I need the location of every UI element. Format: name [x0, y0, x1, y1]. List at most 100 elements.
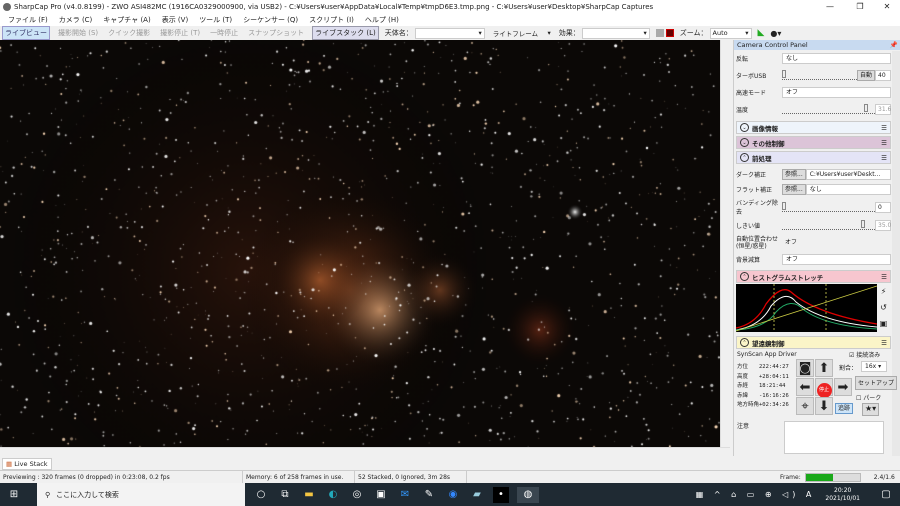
menu-help[interactable]: ヘルプ (H)	[365, 15, 399, 25]
app-icon-feather[interactable]: ✎	[421, 487, 437, 503]
connected-checkbox[interactable]: ☑ 接続済み	[849, 350, 880, 359]
snapshot-button[interactable]: スナップショット	[246, 27, 306, 39]
dark-browse-button[interactable]: 参照...	[782, 168, 806, 180]
app-icon-blue[interactable]: ▰	[469, 487, 485, 503]
zoom-combo[interactable]: Auto ▾	[709, 27, 752, 39]
status-ratio: 2.4/1.6	[873, 473, 895, 481]
menu-scripting[interactable]: スクリプト (I)	[309, 15, 354, 25]
flip-label: 反転	[736, 55, 749, 63]
zoom-app-icon[interactable]: ◉	[445, 487, 461, 503]
bg-subtract-select[interactable]: オフ	[782, 253, 891, 265]
task-view-icon[interactable]: ⧉	[277, 487, 293, 503]
move-west-button[interactable]: ⬅	[796, 378, 814, 396]
turbo-usb-slider[interactable]	[782, 70, 857, 80]
bg-subtract-label: 背景減算	[736, 256, 761, 264]
effect-combo[interactable]: ▾	[581, 27, 650, 39]
tracking-button[interactable]: 追跡	[835, 403, 854, 414]
red-color-swatch[interactable]	[665, 29, 674, 37]
goto-target-button[interactable]: ⌖	[796, 397, 814, 415]
turbo-usb-label: ターボUSB	[736, 72, 767, 80]
turbo-usb-value[interactable]: 40	[875, 69, 891, 81]
taskbar-search[interactable]: ⚲ ここに入力して検索	[37, 483, 245, 506]
menu-bar: ファイル (F) カメラ (C) キャプチャ (A) 表示 (V) ツール (T…	[0, 13, 900, 26]
section-image-info[interactable]: ⌄ 画像情報 ☰	[736, 121, 891, 134]
rate-select[interactable]: 16x ▾	[861, 361, 887, 372]
stop-capture-button[interactable]: 撮影停止 (T)	[158, 27, 202, 39]
menu-sequencer[interactable]: シーケンサー (Q)	[243, 15, 298, 25]
store-icon[interactable]: ▣	[373, 487, 389, 503]
flat-select[interactable]: なし	[805, 183, 891, 195]
temperature-label: 温度	[736, 106, 749, 114]
menu-view[interactable]: 表示 (V)	[162, 15, 188, 25]
favorites-button[interactable]: ★▾	[862, 403, 880, 416]
windows-start-icon[interactable]: ⊞	[6, 487, 22, 503]
flat-browse-button[interactable]: 参照...	[782, 183, 806, 195]
toolbar: ライブビュー 撮影開始 (S) クイック撮影 撮影停止 (T) 一時停止 スナッ…	[0, 26, 900, 40]
horizontal-scrollbar[interactable]	[0, 447, 730, 456]
grey-color-swatch[interactable]	[655, 29, 664, 37]
edge-icon[interactable]: ◐	[325, 487, 341, 503]
maximize-button[interactable]: ❐	[845, 0, 875, 13]
stop-button[interactable]: 停止	[815, 378, 833, 398]
turbo-auto-button[interactable]: 自動	[856, 69, 875, 81]
notification-icon[interactable]: ▢	[878, 487, 894, 503]
align-select[interactable]: オフ	[782, 238, 891, 249]
mail-icon[interactable]: ✉	[397, 487, 413, 503]
section-histogram[interactable]: ⌃ ヒストグラムストレッチ ☰	[736, 270, 891, 283]
move-north-button[interactable]: ⬆	[815, 359, 833, 377]
tab-live-stack[interactable]: ▦ Live Stack	[2, 458, 52, 470]
banding-value[interactable]: 0	[875, 201, 891, 213]
minimize-button[interactable]: —	[815, 0, 845, 13]
frame-type-combo[interactable]: ライトフレーム ▾	[491, 28, 553, 39]
park-checkbox[interactable]: ☐ パーク	[856, 393, 881, 402]
section-telescope[interactable]: ⌃ 望遠鏡制御 ☰	[736, 336, 891, 349]
flip-select[interactable]: なし	[782, 52, 891, 64]
pause-button[interactable]: 一時停止	[208, 27, 240, 39]
menu-tools[interactable]: ツール (T)	[199, 15, 232, 25]
menu-camera[interactable]: カメラ (C)	[59, 15, 93, 25]
system-tray-icons[interactable]: ▦ ^ ⌂ ▭ ⊕ ◁) A	[696, 490, 816, 499]
reset-icon[interactable]: ↺	[877, 300, 890, 316]
image-viewer[interactable]	[0, 40, 720, 447]
setup-button[interactable]: セットアップ	[855, 376, 898, 390]
move-south-button[interactable]: ⬇	[815, 397, 833, 415]
save-icon[interactable]: ▣	[877, 316, 890, 332]
panel-scrollbar[interactable]	[892, 51, 900, 456]
vertical-scrollbar[interactable]	[720, 40, 730, 447]
sharpcap-taskbar-icon[interactable]: ◍	[517, 486, 539, 503]
coord-label: 赤経	[737, 383, 749, 389]
cortana-icon[interactable]: ○	[253, 487, 269, 503]
section-preprocessing[interactable]: ⌃ 前処理 ☰	[736, 151, 891, 164]
menu-capture[interactable]: キャプチャ (A)	[103, 15, 150, 25]
live-stack-button[interactable]: ライブスタック (L)	[312, 26, 379, 40]
speed-mode-select[interactable]: オフ	[782, 86, 891, 98]
clock[interactable]: 20:20 2021/10/01	[825, 487, 860, 503]
object-name-combo[interactable]: ▾	[414, 27, 485, 39]
app-icon-spiral[interactable]: ◎	[349, 487, 365, 503]
notes-textarea[interactable]	[784, 421, 884, 454]
rate-label: 割合：	[839, 365, 858, 372]
scope-coord-row: 赤緯 -16:16:26	[737, 392, 789, 402]
section-other-controls[interactable]: ⌄ その他制御 ☰	[736, 136, 891, 149]
dark-select[interactable]: C:¥Users¥user¥Deskt…	[805, 168, 891, 180]
nebula-image	[0, 40, 720, 447]
pin-icon[interactable]: 📌	[890, 40, 898, 50]
histogram-icon[interactable]: ◣	[758, 28, 765, 38]
banding-slider[interactable]	[782, 202, 875, 212]
auto-stretch-icon[interactable]: ⚡	[877, 284, 890, 300]
coord-label: 赤緯	[737, 392, 749, 399]
app-icon	[3, 2, 11, 11]
quick-capture-button[interactable]: クイック撮影	[106, 27, 152, 39]
spiral-search-button[interactable]: ◙	[796, 359, 814, 377]
move-east-button[interactable]: ➡	[834, 378, 852, 396]
ime-indicator[interactable]: A	[806, 490, 815, 499]
explorer-icon[interactable]: ▬	[301, 487, 317, 503]
close-button[interactable]: ✕	[872, 0, 900, 13]
live-view-button[interactable]: ライブビュー	[2, 26, 50, 40]
histogram-chart[interactable]	[736, 284, 877, 332]
app-icon-star[interactable]: •	[493, 486, 509, 503]
menu-file[interactable]: ファイル (F)	[8, 15, 48, 25]
start-capture-button[interactable]: 撮影開始 (S)	[56, 27, 100, 39]
window-title: SharpCap Pro (v4.0.8199) - ZWO ASI482MC …	[14, 2, 654, 11]
magnifier-icon[interactable]: ●▾	[770, 29, 781, 38]
